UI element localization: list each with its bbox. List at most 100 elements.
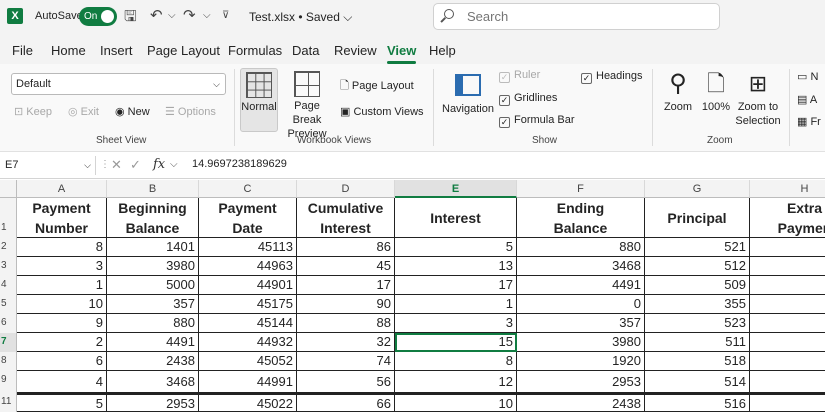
table-cell[interactable]	[750, 238, 825, 257]
table-cell[interactable]: 6	[17, 352, 107, 371]
table-cell[interactable]: 4491	[107, 333, 199, 352]
row-header-1[interactable]: 1	[0, 198, 17, 238]
table-cell[interactable]: 10	[17, 295, 107, 314]
chevron-down-icon[interactable]: ⌵	[170, 159, 178, 170]
table-cell[interactable]: 880	[517, 238, 645, 257]
column-header-a[interactable]: A	[17, 180, 107, 198]
table-cell[interactable]: 516	[645, 393, 750, 412]
ruler-checkbox[interactable]: ✓ Ruler	[499, 69, 540, 83]
autosave-toggle[interactable]: On	[79, 7, 117, 26]
tab-view[interactable]: View	[387, 43, 417, 64]
select-all-corner[interactable]	[0, 180, 17, 198]
table-cell[interactable]: 44963	[199, 257, 297, 276]
row-header-6[interactable]: 6	[0, 314, 17, 333]
formula-value[interactable]: 14.9697238189629	[192, 158, 287, 170]
options-button[interactable]: ☰ Options	[165, 105, 216, 118]
row-header-11[interactable]: 11	[0, 393, 17, 412]
table-cell[interactable]: 357	[517, 314, 645, 333]
table-cell[interactable]: 12	[395, 371, 517, 393]
table-cell[interactable]: 357	[107, 295, 199, 314]
table-cell[interactable]	[750, 295, 825, 314]
tab-home[interactable]: Home	[51, 43, 86, 58]
table-cell[interactable]: 45	[297, 257, 395, 276]
zoom-100-button[interactable]: 🗋 100%	[700, 68, 732, 118]
table-cell[interactable]: 32	[297, 333, 395, 352]
table-cell[interactable]: 512	[645, 257, 750, 276]
table-cell[interactable]: 3	[395, 314, 517, 333]
table-cell[interactable]: 523	[645, 314, 750, 333]
table-cell[interactable]: 74	[297, 352, 395, 371]
search-input[interactable]	[467, 9, 707, 24]
row-header-7[interactable]: 7	[0, 333, 17, 352]
tab-review[interactable]: Review	[334, 43, 377, 58]
table-cell[interactable]: 2438	[107, 352, 199, 371]
row-header-2[interactable]: 2	[0, 238, 17, 257]
header-cell[interactable]: Payment Date	[199, 198, 297, 238]
table-cell[interactable]: 3468	[517, 257, 645, 276]
table-cell[interactable]	[750, 257, 825, 276]
table-cell[interactable]: 45144	[199, 314, 297, 333]
arrange-all-button[interactable]: ▤ A	[797, 93, 817, 106]
active-cell[interactable]: 15	[395, 333, 517, 352]
zoom-button[interactable]: ⚲ Zoom	[660, 68, 696, 118]
headings-checkbox[interactable]: ✓ Headings	[581, 70, 642, 84]
table-cell[interactable]: 17	[297, 276, 395, 295]
table-cell[interactable]: 3468	[107, 371, 199, 393]
table-cell[interactable]: 44932	[199, 333, 297, 352]
table-cell[interactable]: 1920	[517, 352, 645, 371]
row-header-9[interactable]: 9	[0, 371, 17, 393]
table-cell[interactable]: 2438	[517, 393, 645, 412]
new-window-button[interactable]: ▭ N	[797, 70, 818, 83]
row-header-8[interactable]: 8	[0, 352, 17, 371]
header-cell[interactable]: Payment Number	[17, 198, 107, 238]
table-cell[interactable]: 1	[17, 276, 107, 295]
page-layout-button[interactable]: 🗋 Page Layout	[340, 77, 414, 96]
cancel-icon[interactable]: ✕	[111, 157, 122, 173]
new-sheet-view-button[interactable]: ◉ New	[115, 105, 150, 118]
table-cell[interactable]: 44901	[199, 276, 297, 295]
document-title[interactable]: Test.xlsx • Saved ⌵	[249, 10, 352, 25]
table-cell[interactable]: 880	[107, 314, 199, 333]
table-cell[interactable]: 1401	[107, 238, 199, 257]
table-cell[interactable]: 355	[645, 295, 750, 314]
table-cell[interactable]: 86	[297, 238, 395, 257]
tab-formulas[interactable]: Formulas	[228, 43, 282, 58]
enter-icon[interactable]: ✓	[130, 157, 141, 173]
table-cell[interactable]: 0	[517, 295, 645, 314]
table-cell[interactable]: 2	[17, 333, 107, 352]
table-cell[interactable]	[750, 393, 825, 412]
custom-views-button[interactable]: ▣ Custom Views	[340, 105, 424, 118]
column-header-e[interactable]: E	[395, 180, 517, 198]
table-cell[interactable]: 3980	[517, 333, 645, 352]
customize-qat-icon[interactable]: ⊽	[222, 10, 229, 21]
table-cell[interactable]	[750, 352, 825, 371]
page-break-preview-button[interactable]: Page Break Preview	[280, 68, 334, 140]
tab-help[interactable]: Help	[429, 43, 456, 58]
table-cell[interactable]: 45175	[199, 295, 297, 314]
table-cell[interactable]: 518	[645, 352, 750, 371]
normal-view-button[interactable]: Normal	[240, 68, 278, 132]
table-cell[interactable]: 9	[17, 314, 107, 333]
redo-dropdown-icon[interactable]: ⌵	[203, 10, 211, 21]
sheet-view-select[interactable]: Default ⌵	[11, 73, 226, 95]
undo-dropdown-icon[interactable]: ⌵	[168, 10, 176, 21]
row-header-4[interactable]: 4	[0, 276, 17, 295]
table-cell[interactable]: 3	[17, 257, 107, 276]
column-header-d[interactable]: D	[297, 180, 395, 198]
table-cell[interactable]: 521	[645, 238, 750, 257]
column-header-h[interactable]: H	[750, 180, 825, 198]
header-cell[interactable]: Beginning Balance	[107, 198, 199, 238]
zoom-to-selection-button[interactable]: ⊞ Zoom to Selection	[734, 68, 782, 132]
table-cell[interactable]	[750, 314, 825, 333]
row-header-3[interactable]: 3	[0, 257, 17, 276]
keep-button[interactable]: ⊡ Keep	[14, 105, 52, 118]
header-cell[interactable]: Principal	[645, 198, 750, 238]
table-cell[interactable]: 1	[395, 295, 517, 314]
column-header-b[interactable]: B	[107, 180, 199, 198]
table-cell[interactable]: 45113	[199, 238, 297, 257]
table-cell[interactable]: 2953	[107, 393, 199, 412]
table-cell[interactable]: 5000	[107, 276, 199, 295]
table-cell[interactable]: 10	[395, 393, 517, 412]
name-box[interactable]: E7 ⌵	[4, 156, 96, 175]
table-cell[interactable]: 8	[17, 238, 107, 257]
